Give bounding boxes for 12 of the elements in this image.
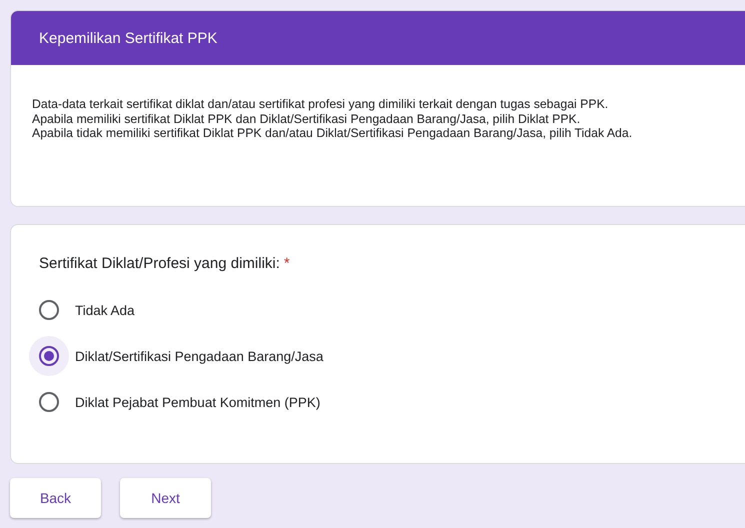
- description-text: Data-data terkait sertifikat diklat dan/atau sertifikat profesi yang dimiliki terkait dengan tugas sebagai PPK.: [32, 97, 610, 112]
- question-label: Sertifikat Diklat/Profesi yang dimiliki:: [39, 255, 280, 272]
- radio-button[interactable]: [29, 336, 69, 376]
- required-mark: *: [284, 255, 290, 272]
- option-label[interactable]: Diklat/Sertifikasi Pengadaan Barang/Jasa: [75, 348, 324, 364]
- option-label[interactable]: Diklat Pejabat Pembuat Komitmen (PPK): [75, 394, 320, 410]
- description-text: Apabila tidak memiliki sertifikat Diklat PPK dan/atau Diklat/Sertifikasi Pengadaan Barang/Jasa, pilih Tidak Ada.: [32, 126, 634, 140]
- section-title: Kepemilikan Sertifikat PPK: [39, 30, 218, 46]
- description-text: Apabila memiliki sertifikat Diklat PPK dan Diklat/Sertifikasi Pengadaan Barang/Jasa, pilih Diklat PPK.: [32, 112, 582, 126]
- next-button[interactable]: Next: [120, 478, 211, 518]
- option-label[interactable]: Tidak Ada: [75, 302, 135, 318]
- back-button[interactable]: Back: [10, 478, 101, 518]
